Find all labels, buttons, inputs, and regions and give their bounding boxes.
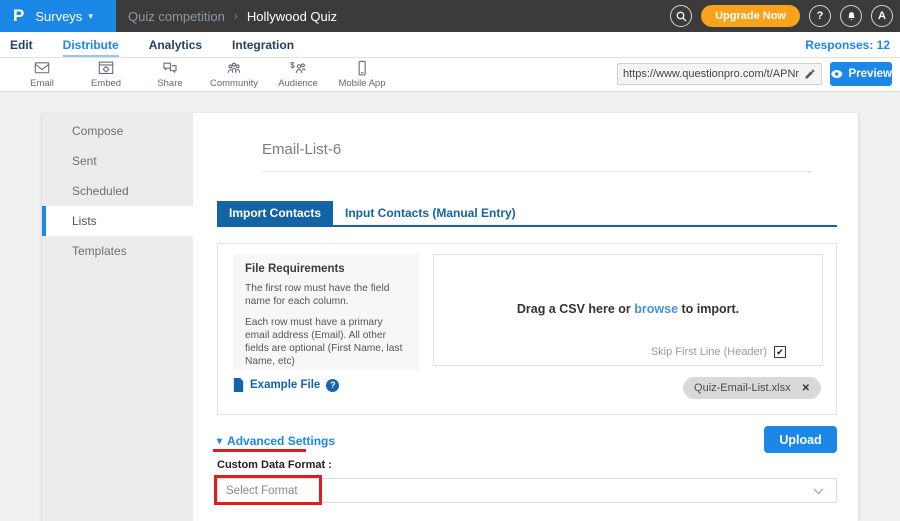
eye-icon bbox=[830, 69, 844, 79]
example-help-icon[interactable]: ? bbox=[326, 379, 339, 392]
top-header-bar: P Surveys ▾ Quiz competition › Hollywood… bbox=[0, 0, 900, 32]
chevron-down-icon bbox=[813, 488, 824, 495]
survey-url-value[interactable]: https://www.questionpro.com/t/APNrFZ bbox=[618, 68, 799, 80]
skip-first-line-row: Skip First Line (Header) ✔ bbox=[651, 346, 786, 358]
dropzone-text-suffix: to import. bbox=[678, 302, 739, 316]
file-requirements-box: File Requirements The first row must hav… bbox=[233, 254, 419, 370]
import-panel: File Requirements The first row must hav… bbox=[217, 243, 837, 415]
channel-list: Email Embed Share bbox=[10, 60, 394, 89]
preview-button[interactable]: Preview bbox=[830, 62, 892, 86]
header-actions: Upgrade Now ? A bbox=[670, 0, 893, 32]
questionpro-logo: P bbox=[13, 6, 24, 26]
sidebar-item-lists[interactable]: Lists bbox=[42, 206, 193, 236]
channel-email[interactable]: Email bbox=[10, 60, 74, 89]
tab-input-contacts-manual[interactable]: Input Contacts (Manual Entry) bbox=[333, 201, 528, 225]
share-icon bbox=[160, 60, 180, 77]
email-sidebar: Compose Sent Scheduled Lists Templates bbox=[42, 113, 193, 521]
channel-label: Audience bbox=[278, 78, 318, 89]
search-icon bbox=[675, 10, 688, 23]
skip-first-line-label: Skip First Line (Header) bbox=[651, 346, 767, 358]
questionpro-distribute-page: P Surveys ▾ Quiz competition › Hollywood… bbox=[0, 0, 900, 521]
channel-label: Email bbox=[30, 78, 54, 89]
email-icon bbox=[32, 60, 52, 77]
advanced-settings-toggle[interactable]: ▾ Advanced Settings bbox=[217, 434, 335, 448]
tab-integration[interactable]: Integration bbox=[232, 32, 294, 57]
avatar[interactable]: A bbox=[871, 5, 893, 27]
tab-distribute[interactable]: Distribute bbox=[63, 32, 119, 57]
channel-label: Mobile App bbox=[338, 78, 385, 89]
edit-url-button[interactable] bbox=[799, 68, 821, 80]
survey-url-field[interactable]: https://www.questionpro.com/t/APNrFZ bbox=[617, 63, 822, 85]
audience-icon: $ bbox=[288, 60, 308, 77]
brand-surveys-menu[interactable]: P Surveys ▾ bbox=[0, 0, 116, 32]
channel-audience[interactable]: $ Audience bbox=[266, 60, 330, 89]
preview-label: Preview bbox=[849, 68, 892, 80]
help-button[interactable]: ? bbox=[809, 5, 831, 27]
sidebar-item-compose[interactable]: Compose bbox=[42, 116, 193, 146]
tab-edit[interactable]: Edit bbox=[10, 32, 33, 57]
breadcrumb-current: Hollywood Quiz bbox=[247, 9, 337, 24]
uploaded-file-chip: Quiz-Email-List.xlsx ✕ bbox=[683, 377, 821, 399]
uploaded-file-name: Quiz-Email-List.xlsx bbox=[694, 382, 791, 394]
skip-first-line-checkbox[interactable]: ✔ bbox=[774, 346, 786, 358]
caret-down-icon: ▾ bbox=[217, 436, 222, 447]
breadcrumb-separator-icon: › bbox=[234, 9, 238, 23]
annotation-red-underline bbox=[213, 449, 306, 452]
search-button[interactable] bbox=[670, 5, 692, 27]
product-name: Surveys bbox=[35, 9, 82, 24]
channel-embed[interactable]: Embed bbox=[74, 60, 138, 89]
pencil-icon bbox=[804, 68, 816, 80]
file-requirements-line2: Each row must have a primary email addre… bbox=[245, 316, 407, 369]
channel-label: Embed bbox=[91, 78, 121, 89]
csv-dropzone[interactable]: Drag a CSV here or browse to import. Ski… bbox=[433, 254, 823, 366]
community-icon bbox=[224, 60, 244, 77]
channel-mobile-app[interactable]: Mobile App bbox=[330, 60, 394, 89]
file-requirements-line1: The first row must have the field name f… bbox=[245, 282, 407, 309]
breadcrumb-parent[interactable]: Quiz competition bbox=[128, 9, 225, 24]
sidebar-item-templates[interactable]: Templates bbox=[42, 236, 193, 266]
lists-card: Compose Sent Scheduled Lists Templates E… bbox=[42, 113, 858, 521]
tab-import-contacts[interactable]: Import Contacts bbox=[217, 201, 333, 225]
svg-text:$: $ bbox=[290, 61, 295, 70]
example-file-label: Example File bbox=[250, 379, 320, 391]
list-name-input[interactable]: Email-List-6 bbox=[262, 141, 812, 172]
channel-community[interactable]: Community bbox=[202, 60, 266, 89]
sidebar-item-scheduled[interactable]: Scheduled bbox=[42, 176, 193, 206]
survey-nav: Edit Distribute Analytics Integration Re… bbox=[0, 32, 900, 58]
remove-file-icon[interactable]: ✕ bbox=[802, 383, 810, 394]
file-requirements-title: File Requirements bbox=[245, 263, 407, 275]
sidebar-item-sent[interactable]: Sent bbox=[42, 146, 193, 176]
mobile-app-icon bbox=[352, 60, 372, 77]
example-file-link[interactable]: Example File ? bbox=[233, 378, 339, 392]
bell-icon bbox=[845, 10, 858, 23]
contacts-tabs: Import Contacts Input Contacts (Manual E… bbox=[217, 201, 837, 227]
browse-link[interactable]: browse bbox=[634, 302, 678, 316]
chevron-down-icon: ▾ bbox=[88, 11, 93, 22]
channel-share[interactable]: Share bbox=[138, 60, 202, 89]
annotation-red-box bbox=[214, 475, 322, 505]
dropzone-text: Drag a CSV here or browse to import. bbox=[434, 302, 822, 316]
breadcrumb: Quiz competition › Hollywood Quiz bbox=[128, 0, 337, 32]
tab-analytics[interactable]: Analytics bbox=[149, 32, 202, 57]
notifications-button[interactable] bbox=[840, 5, 862, 27]
advanced-settings-label: Advanced Settings bbox=[227, 434, 335, 448]
document-icon bbox=[233, 378, 244, 392]
upgrade-now-button[interactable]: Upgrade Now bbox=[701, 5, 800, 27]
distribute-toolbar: Email Embed Share bbox=[0, 58, 900, 92]
custom-data-format-label: Custom Data Format : bbox=[217, 459, 332, 471]
channel-label: Share bbox=[157, 78, 182, 89]
channel-label: Community bbox=[210, 78, 258, 89]
responses-count[interactable]: Responses: 12 bbox=[805, 32, 890, 57]
upload-button[interactable]: Upload bbox=[764, 426, 837, 453]
dropzone-text-prefix: Drag a CSV here or bbox=[517, 302, 634, 316]
embed-icon bbox=[96, 60, 116, 77]
